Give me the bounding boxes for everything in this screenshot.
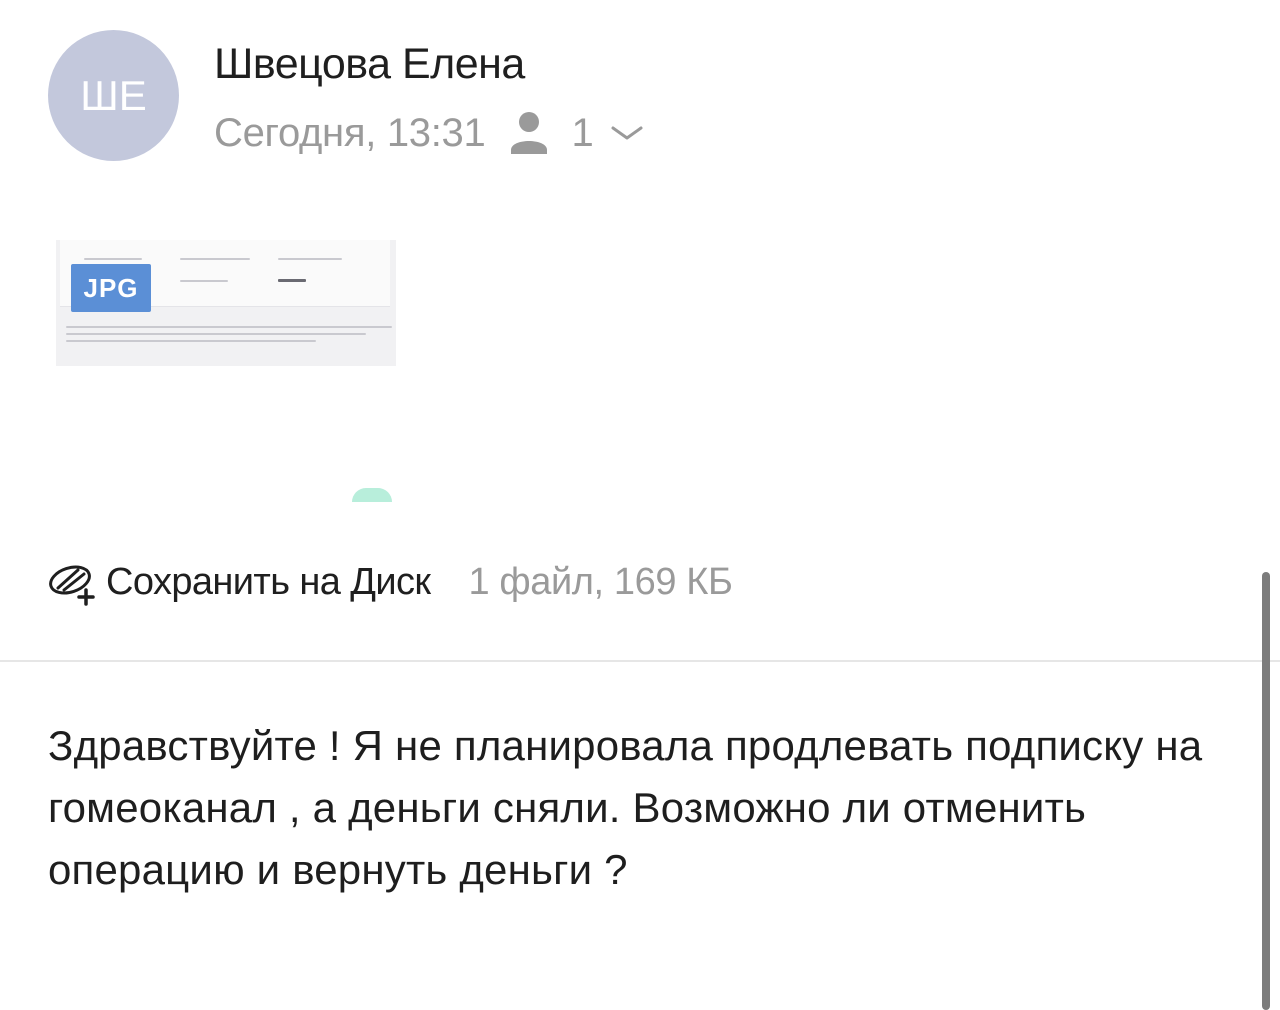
mail-message-view: ШЕ Швецова Елена Сегодня, 13:31 1 JPG Со… — [0, 0, 1280, 1010]
message-meta: Сегодня, 13:31 1 — [214, 108, 644, 158]
message-date: Сегодня, 13:31 — [214, 110, 486, 155]
recipients-count[interactable]: 1 — [571, 111, 593, 156]
avatar[interactable]: ШЕ — [48, 30, 179, 161]
attachment-actions: Сохранить на Диск 1 файл, 169 КБ — [48, 556, 733, 608]
chevron-down-icon[interactable] — [610, 123, 644, 143]
disk-save-icon[interactable] — [48, 558, 98, 606]
avatar-initials: ШЕ — [80, 71, 147, 119]
scrollbar[interactable] — [1262, 572, 1270, 1010]
message-body: Здравствуйте ! Я не планировала продлева… — [48, 722, 1203, 893]
divider — [0, 660, 1280, 662]
sender-name[interactable]: Швецова Елена — [214, 40, 525, 89]
person-icon — [511, 112, 548, 154]
save-to-disk-button[interactable]: Сохранить на Диск — [106, 561, 431, 604]
file-info: 1 файл, 169 КБ — [468, 560, 733, 603]
jpg-badge: JPG — [71, 264, 151, 312]
thumbnail-decoration — [352, 488, 392, 502]
thumbnail-auth-code — [278, 279, 306, 282]
